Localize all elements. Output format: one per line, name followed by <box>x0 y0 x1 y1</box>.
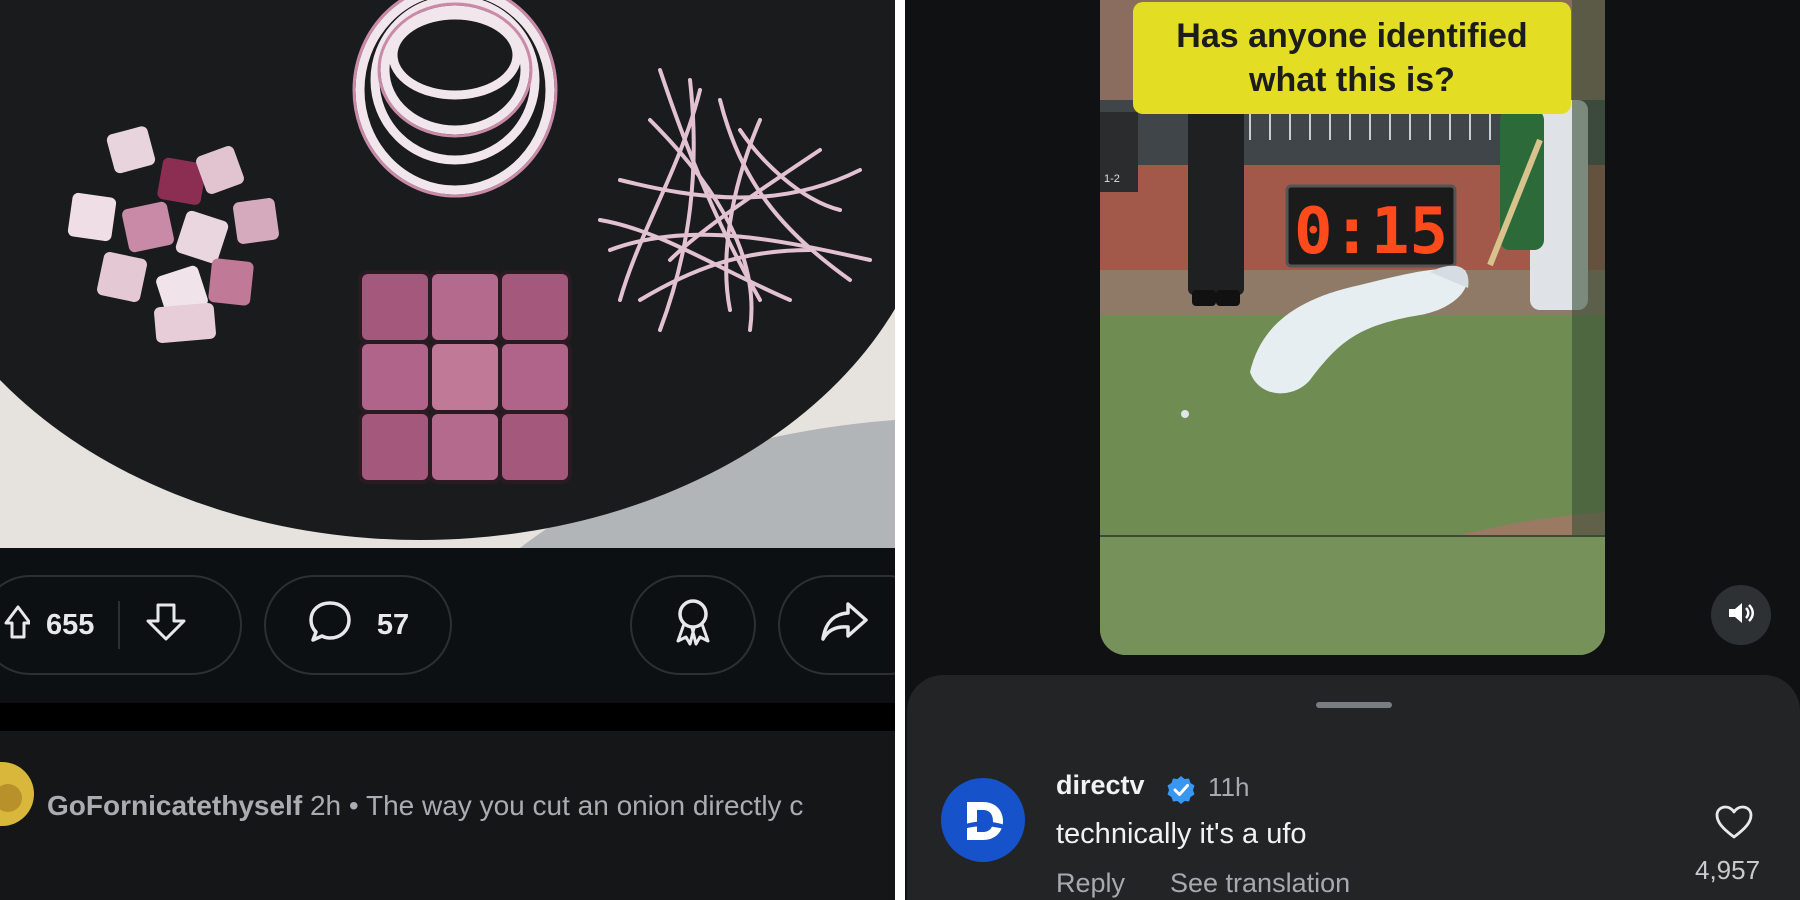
award-icon <box>670 596 716 654</box>
comment-username[interactable]: directv <box>1056 770 1145 801</box>
comment-count: 57 <box>376 608 410 641</box>
sheet-drag-handle[interactable] <box>1316 702 1392 708</box>
comment-username[interactable]: GoFornicatethyself <box>47 790 302 821</box>
upvote-icon[interactable] <box>4 601 32 649</box>
section-gap <box>0 703 895 731</box>
reddit-post-panel: 655 57 GoFornicatethyself 2h • The way y… <box>0 0 895 900</box>
meta-separator: • <box>348 790 359 821</box>
volume-toggle[interactable] <box>1711 585 1771 645</box>
upvote-count: 655 <box>46 608 95 641</box>
comments-sheet <box>907 675 1800 900</box>
image-divider <box>895 0 905 900</box>
comment-text: The way you cut an onion directly c <box>365 790 804 821</box>
scoreboard-clock: 0:15 <box>1294 195 1448 269</box>
downvote-icon[interactable] <box>144 599 188 651</box>
like-count: 4,957 <box>1695 855 1761 885</box>
share-icon <box>820 599 870 651</box>
comment-icon <box>307 598 353 652</box>
vote-pill: 655 <box>0 575 242 675</box>
reply-button[interactable]: Reply <box>1056 868 1125 899</box>
verified-icon <box>1165 774 1197 811</box>
comments-button[interactable]: 57 <box>264 575 452 675</box>
see-translation-button[interactable]: See translation <box>1170 868 1350 899</box>
scoreboard-small-text: 1-2 <box>1104 173 1120 185</box>
comment-time: 11h <box>1208 772 1250 802</box>
share-button[interactable] <box>778 575 895 675</box>
volume-icon <box>1726 600 1756 631</box>
award-button[interactable] <box>630 575 756 675</box>
comment-text: technically it's a ufo <box>1056 818 1307 850</box>
avatar[interactable] <box>941 778 1025 862</box>
comment-time: 2h <box>309 790 342 821</box>
comment-line: GoFornicatethyself 2h • The way you cut … <box>47 790 803 822</box>
heart-icon[interactable] <box>1714 804 1754 845</box>
post-image-onions[interactable] <box>0 0 895 548</box>
video-caption: Has anyone identified what this is? <box>1133 2 1571 114</box>
vote-divider <box>118 601 121 649</box>
